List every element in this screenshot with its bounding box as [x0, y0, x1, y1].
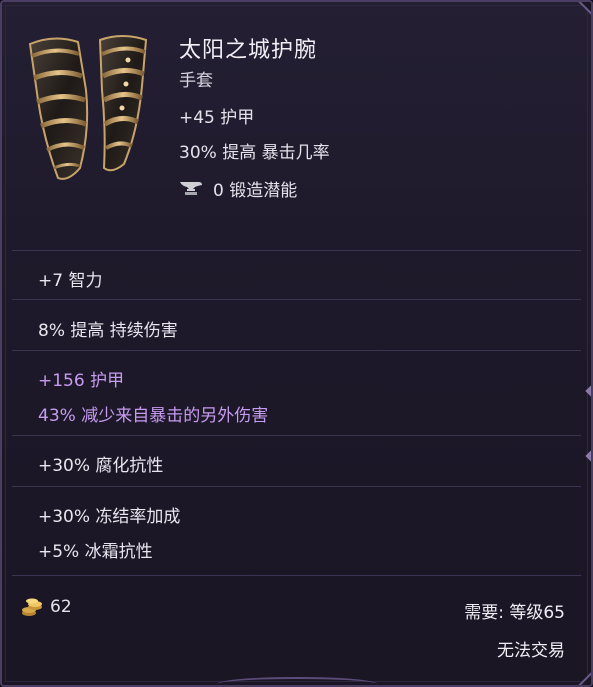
forge-potential-row: 0 锻造潜能	[179, 177, 298, 201]
section-divider	[12, 435, 581, 436]
section-divider	[12, 575, 581, 576]
item-name: 太阳之城护腕	[179, 38, 318, 63]
affix-freeze-rate: +30% 冻结率加成	[38, 507, 181, 527]
affix-cold-resistance: +5% 冰霜抗性	[38, 542, 153, 562]
gold-value: 62	[50, 597, 72, 617]
base-stat-crit-chance: 30% 提高 暴击几率	[179, 143, 330, 163]
side-gem-ornament	[585, 450, 591, 462]
gold-coin-icon	[22, 598, 42, 616]
level-requirement: 需要: 等级65	[464, 603, 565, 623]
affix-unique-crit-reduction: 43% 减少来自暴击的另外伤害	[38, 406, 269, 426]
item-type: 手套	[179, 71, 213, 91]
base-stat-armor: +45 护甲	[179, 108, 255, 128]
gauntlet-icon	[28, 35, 148, 180]
section-divider	[12, 299, 581, 300]
affix-unique-armor: +156 护甲	[38, 371, 125, 391]
side-gem-ornament	[585, 385, 591, 397]
item-tooltip: 太阳之城护腕 手套 +45 护甲 30% 提高 暴击几率 0 锻造潜能 +7 智…	[0, 0, 593, 687]
bottom-ornament	[216, 677, 377, 685]
section-divider	[12, 350, 581, 351]
section-divider	[12, 250, 581, 251]
affix-damage-over-time: 8% 提高 持续伤害	[38, 321, 178, 341]
gold-value-row: 62	[20, 596, 72, 618]
affix-corruption-resistance: +30% 腐化抗性	[38, 456, 164, 476]
corner-ornament-top-right	[578, 2, 591, 15]
section-divider	[12, 486, 581, 487]
anvil-icon	[180, 182, 202, 195]
corner-ornament-bottom-right	[578, 672, 591, 685]
trade-status: 无法交易	[497, 641, 565, 661]
forge-potential: 0 锻造潜能	[213, 180, 298, 201]
affix-intelligence: +7 智力	[38, 271, 103, 291]
